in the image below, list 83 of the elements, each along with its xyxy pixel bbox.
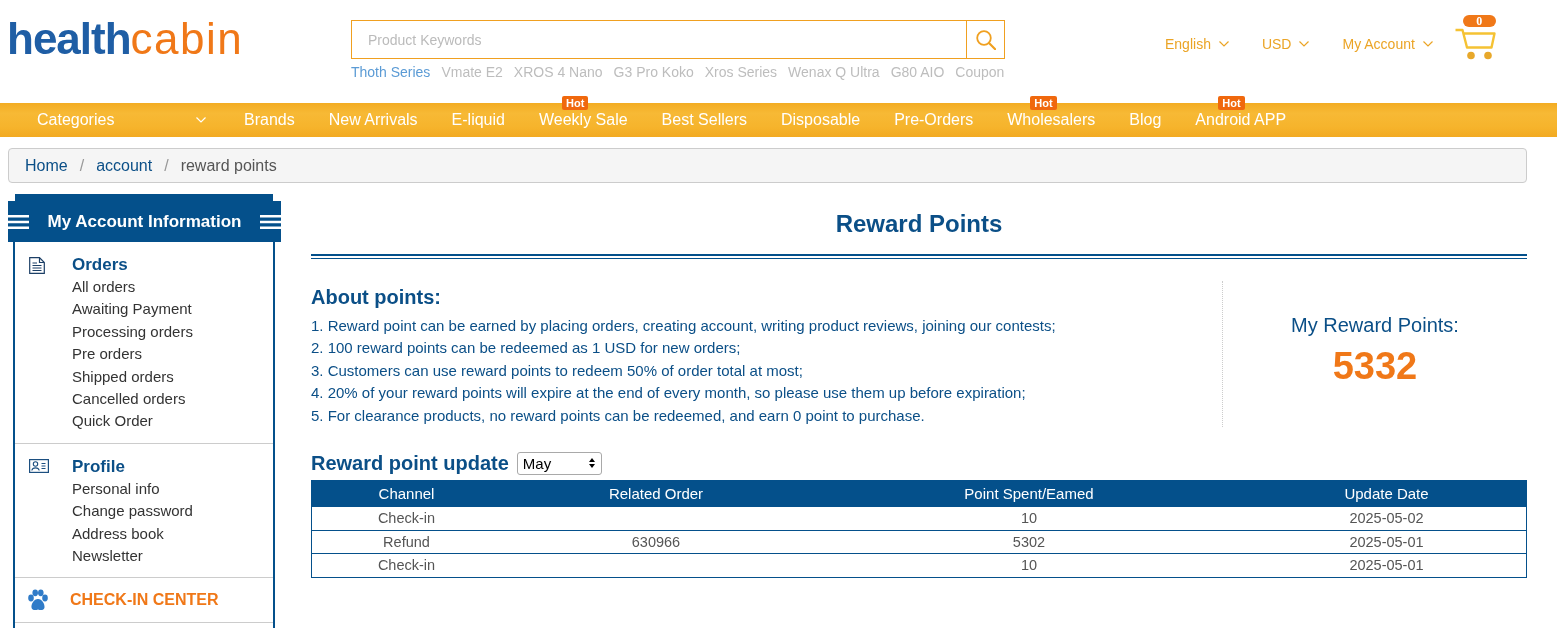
profile-card-icon <box>29 458 49 473</box>
breadcrumb-link[interactable]: Home <box>25 156 68 175</box>
hot-badge: Hot <box>1030 96 1057 110</box>
sidebar-link[interactable]: Cancelled orders <box>72 388 186 411</box>
breadcrumb-link[interactable]: account <box>96 156 153 175</box>
table-cell-text: 10 <box>1019 509 1039 529</box>
reward-points-label: My Reward Points: <box>1291 312 1459 337</box>
sidebar-title: My Account Information <box>47 211 242 232</box>
sidebar-link[interactable]: Quick Order <box>72 410 153 433</box>
table-cell-text: Check-in <box>376 556 437 576</box>
hot-badge: Hot <box>1218 96 1245 110</box>
table-cell-text: 2025-05-01 <box>1348 556 1425 576</box>
keyword-link[interactable]: Coupon <box>955 64 1005 80</box>
reward-points-value: 5332 <box>1332 343 1418 388</box>
check-in-link[interactable]: CHECK-IN CENTER <box>70 589 219 611</box>
keyword-link[interactable]: XROS 4 Nano <box>513 64 603 80</box>
table-cell-text: 5302 <box>1011 532 1047 552</box>
keyword-link[interactable]: Wenax Q Ultra <box>788 64 880 80</box>
month-select[interactable]: May <box>516 451 602 475</box>
logo[interactable]: healthcabin <box>7 15 244 63</box>
sidebar-link[interactable]: Processing orders <box>72 320 193 344</box>
sidebar-link[interactable]: Newsletter <box>72 545 143 568</box>
nav-link[interactable]: E-liquid <box>451 103 505 137</box>
header-menu[interactable]: English <box>1165 35 1229 53</box>
nav-link[interactable]: Brands <box>244 103 295 137</box>
page-title: Reward Points <box>835 210 1003 238</box>
keyword-link[interactable]: Xros Series <box>704 64 778 80</box>
sidebar-link[interactable]: Shipped orders <box>72 365 174 389</box>
sidebar-link[interactable]: All orders <box>72 276 136 299</box>
rule-text: 3. Customers can use reward points to redeem 50% of order total at most; <box>311 360 803 381</box>
table-cell-text: 2025-05-01 <box>1348 532 1425 552</box>
nav-link[interactable]: Best Sellers <box>661 103 747 137</box>
header-menu[interactable]: My Account <box>1342 35 1433 53</box>
breadcrumb-separator: / <box>163 156 170 175</box>
search-button[interactable] <box>966 20 1005 59</box>
sidebar-link[interactable]: Pre orders <box>72 343 143 366</box>
sidebar-section-title[interactable]: Profile <box>72 455 125 478</box>
table-cell-text: Refund <box>382 532 431 552</box>
table-cell-text: Check-in <box>376 509 437 529</box>
keyword-link[interactable]: Thoth Series <box>351 64 431 80</box>
table-header-cell: Update Date <box>1247 481 1526 507</box>
about-heading: About points: <box>311 285 441 309</box>
keyword-link[interactable]: G80 AIO <box>890 64 945 80</box>
sidebar-link[interactable]: Change password <box>72 500 193 523</box>
search-icon <box>975 29 996 50</box>
rule-text: 5. For clearance products, no reward points can be redeemed, and earn 0 point to purchase. <box>311 405 925 426</box>
chevron-down-icon <box>196 117 206 123</box>
keyword-link[interactable]: Vmate E2 <box>441 64 503 80</box>
hot-badge: Hot <box>561 96 589 110</box>
paw-icon <box>27 589 49 612</box>
sidebar-link[interactable]: Awaiting Payment <box>72 298 192 321</box>
breadcrumb-current[interactable]: reward points <box>180 156 277 175</box>
sidebar-section-title[interactable]: Orders <box>72 254 128 276</box>
nav-link[interactable]: Disposable <box>781 103 861 137</box>
table-header-cell: Channel <box>312 481 501 507</box>
cart-icon[interactable] <box>1454 28 1496 60</box>
chevron-down-icon <box>1422 41 1433 47</box>
stripes-icon <box>8 214 29 229</box>
sort-arrows-icon <box>588 458 595 469</box>
rule-text: 4. 20% of your reward points will expire at the end of every month, so please use them up before expiration; <box>311 383 1026 404</box>
nav-link[interactable]: New Arrivals <box>328 103 418 137</box>
table-cell-text: 10 <box>1019 556 1039 576</box>
categories-menu[interactable]: Categories <box>37 103 206 137</box>
header-menu[interactable]: USD <box>1261 35 1310 53</box>
cart-count-badge: 0 <box>1462 15 1496 27</box>
table-cell-text: 630966 <box>630 532 682 552</box>
chevron-down-icon <box>1299 41 1310 47</box>
sidebar-link[interactable]: Address book <box>72 522 164 546</box>
breadcrumb-separator: / <box>78 156 86 175</box>
table-header-cell: Point Spent/Eamed <box>811 481 1247 507</box>
stripes-icon <box>260 214 281 229</box>
section-heading: Reward point update <box>311 451 509 476</box>
rule-text: 1. Reward point can be earned by placing orders, creating account, writing product reviews, joining our contests; <box>311 316 1056 336</box>
chevron-down-icon <box>1218 41 1229 47</box>
document-icon <box>29 257 45 274</box>
table-header-cell: Related Order <box>501 481 811 507</box>
search-field[interactable]: Product Keywords <box>351 20 966 59</box>
nav-link[interactable]: Pre-Orders <box>894 103 974 137</box>
table-cell-text: 2025-05-02 <box>1348 509 1425 529</box>
nav-link[interactable]: Blog <box>1129 103 1162 137</box>
rule-text: 2. 100 reward points can be redeemed as 1 USD for new orders; <box>311 338 741 359</box>
sidebar-link[interactable]: Personal info <box>72 477 160 501</box>
keyword-link[interactable]: G3 Pro Koko <box>613 64 694 80</box>
